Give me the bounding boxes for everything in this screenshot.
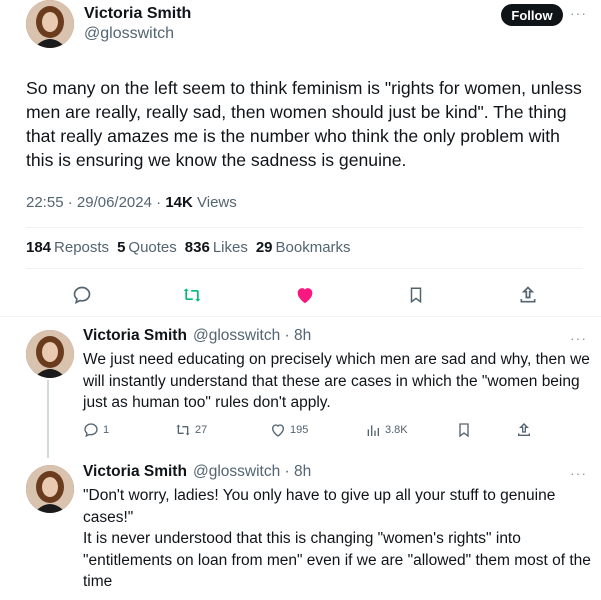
reply-author-handle[interactable]: @glosswitch · 8h [193, 327, 311, 345]
reply-text: It is never understood that this is chan… [83, 530, 591, 590]
more-options-icon[interactable]: ··· [570, 330, 587, 346]
tweet-date[interactable]: 29/06/2024 [77, 194, 152, 211]
views-count: 14K [165, 194, 193, 211]
author-name[interactable]: Victoria Smith [84, 5, 191, 23]
reposts-stat[interactable]: 184 Reposts [26, 239, 109, 256]
avatar[interactable] [26, 330, 74, 378]
reply-count[interactable]: 1 [83, 422, 109, 438]
avatar[interactable] [26, 0, 74, 48]
author-handle[interactable]: @glosswitch [84, 25, 174, 43]
like-icon[interactable] [290, 280, 320, 310]
reply-text: "Don't worry, ladies! You only have to g… [83, 487, 556, 526]
views-count[interactable]: 3.8K [365, 422, 408, 438]
divider [0, 316, 601, 317]
reply-author-name[interactable]: Victoria Smith [83, 327, 187, 345]
like-icon [271, 424, 285, 437]
thread-line [47, 380, 49, 458]
repost-count[interactable]: 27 [175, 422, 207, 438]
views-label: Views [197, 194, 237, 211]
more-options-icon[interactable]: ··· [570, 5, 587, 21]
quotes-stat[interactable]: 5 Quotes [117, 239, 177, 256]
tweet-meta: 22:55 · 29/06/2024 · 14K Views [26, 194, 237, 211]
repost-icon[interactable] [177, 280, 207, 310]
share-icon[interactable] [516, 422, 532, 438]
divider [26, 268, 583, 269]
avatar[interactable] [26, 465, 74, 513]
bookmark-icon[interactable] [456, 422, 472, 438]
repost-icon [176, 424, 190, 436]
reply-text: We just need educating on precisely whic… [83, 351, 590, 411]
likes-stat[interactable]: 836 Likes [185, 239, 248, 256]
like-count[interactable]: 195 [270, 422, 308, 438]
engagement-stats: 184 Reposts 5 Quotes 836 Likes 29 Bookmarks [26, 239, 351, 256]
more-options-icon[interactable]: ··· [570, 465, 587, 481]
reply-icon [84, 423, 98, 438]
bookmark-icon[interactable] [401, 280, 431, 310]
follow-button[interactable]: Follow [501, 4, 563, 26]
share-icon[interactable] [513, 280, 543, 310]
reply-author-handle[interactable]: @glosswitch · 8h [193, 463, 311, 481]
tweet-text: So many on the left seem to think femini… [26, 78, 582, 170]
bookmarks-stat[interactable]: 29 Bookmarks [256, 239, 351, 256]
tweet-time[interactable]: 22:55 [26, 194, 64, 211]
divider [26, 227, 583, 228]
analytics-icon [367, 425, 379, 436]
reply-icon[interactable] [67, 280, 97, 310]
reply-author-name[interactable]: Victoria Smith [83, 463, 187, 481]
action-bar [0, 280, 601, 310]
